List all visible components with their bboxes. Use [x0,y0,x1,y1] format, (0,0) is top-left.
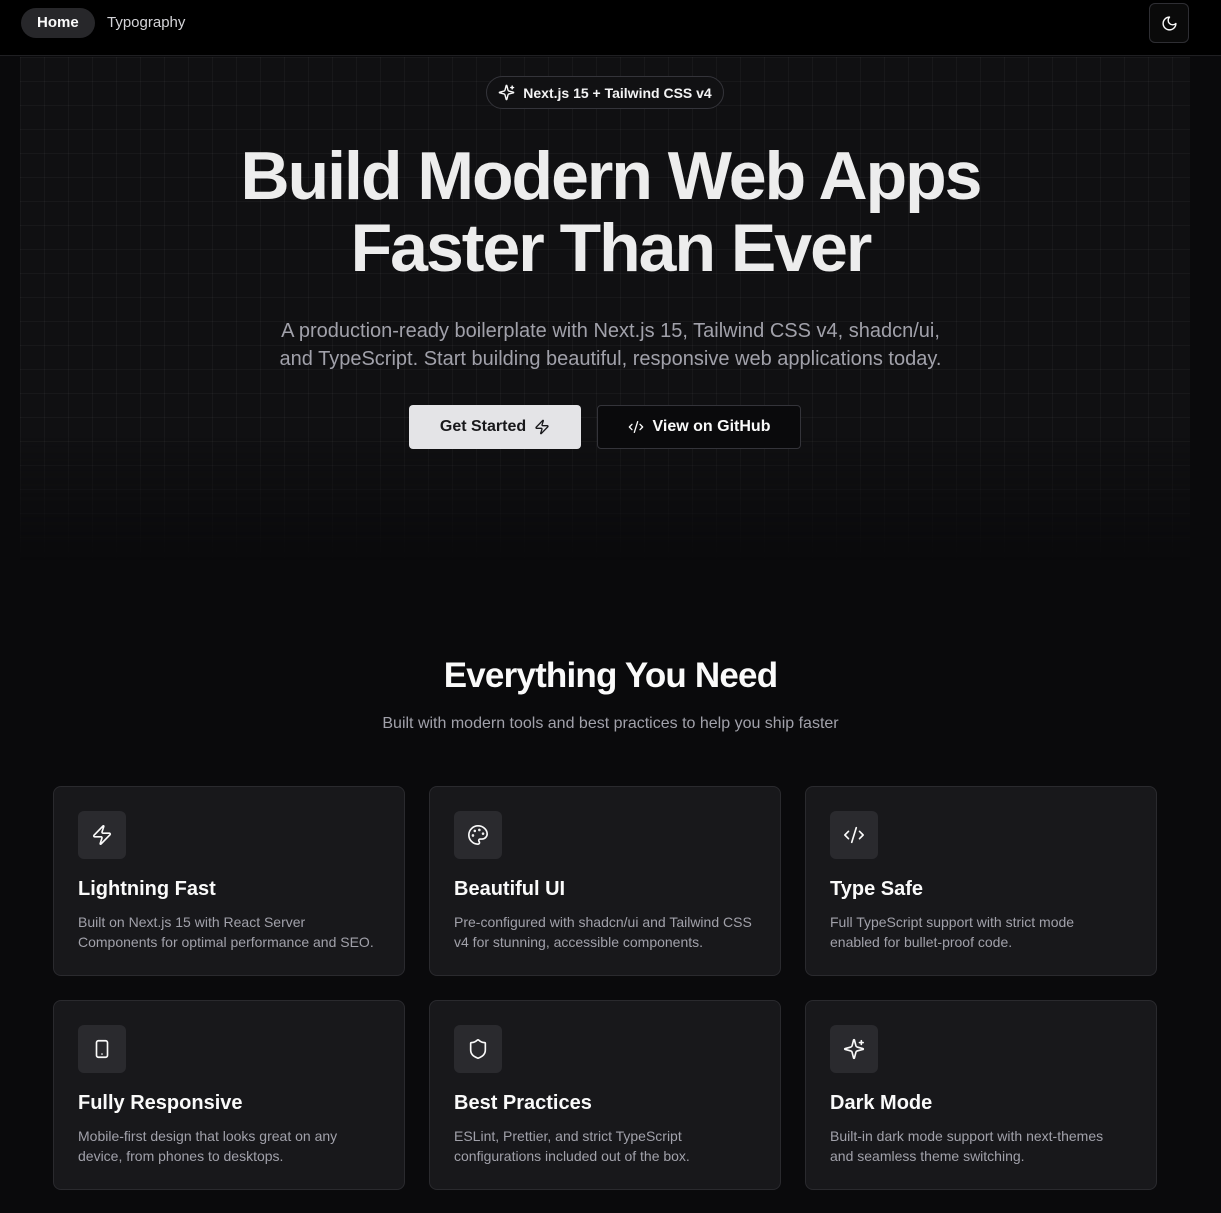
feature-card-title: Beautiful UI [454,878,566,900]
feature-card-title: Fully Responsive [78,1092,243,1114]
sparkles-icon [498,84,515,101]
zap-icon [78,811,126,859]
sparkles-icon [830,1025,878,1073]
code-icon [830,811,878,859]
view-on-github-button[interactable]: View on GitHub [597,405,801,449]
nav-home-link[interactable]: Home [21,8,95,38]
shield-icon [454,1025,502,1073]
tablet-icon [78,1025,126,1073]
hero-badge: Next.js 15 + Tailwind CSS v4 [486,76,724,109]
feature-card-type-safe: Type Safe Full TypeScript support with s… [805,786,1157,976]
hero-subtitle-line-2: and TypeScript. Start building beautiful… [279,348,942,370]
feature-card-description: Mobile-first design that looks great on … [78,1128,338,1164]
hero-subtitle: A production-ready boilerplate with Next… [210,317,1011,373]
get-started-label: Get Started [439,418,527,435]
hero-grid-background [20,57,1190,560]
hero-subtitle-line-1: A production-ready boilerplate with Next… [281,320,940,342]
top-nav: Home Typography [0,0,1221,56]
feature-card-best-practices: Best Practices ESLint, Prettier, and str… [429,1000,781,1190]
feature-card-lightning-fast: Lightning Fast Built on Next.js 15 with … [53,786,405,976]
nav-typography-link[interactable]: Typography [91,8,201,38]
moon-icon [1161,15,1178,32]
zap-icon [534,419,550,435]
features-title: Everything You Need [443,656,778,695]
feature-card-description: ESLint, Prettier, and strict TypeScript … [454,1128,690,1164]
theme-toggle-button[interactable] [1149,3,1189,43]
feature-card-title: Lightning Fast [78,878,216,900]
feature-card-description: Built on Next.js 15 with React Server Co… [78,914,374,950]
feature-card-beautiful-ui: Beautiful UI Pre-configured with shadcn/… [429,786,781,976]
hero-headline-line-2: Faster Than Ever [350,210,873,286]
code-icon [628,419,644,435]
feature-card-title: Type Safe [830,878,923,900]
feature-card-description: Built-in dark mode support with next-the… [830,1128,1104,1164]
hero-badge-label: Next.js 15 + Tailwind CSS v4 [523,84,712,101]
feature-card-title: Best Practices [454,1092,592,1114]
feature-card-title: Dark Mode [830,1092,933,1114]
feature-card-dark-mode: Dark Mode Built-in dark mode support wit… [805,1000,1157,1190]
get-started-button[interactable]: Get Started [409,405,581,449]
feature-card-description: Pre-configured with shadcn/ui and Tailwi… [454,914,752,950]
features-subtitle: Built with modern tools and best practic… [382,715,839,732]
hero-headline-line-1: Build Modern Web Apps [240,138,983,214]
feature-card-fully-responsive: Fully Responsive Mobile-first design tha… [53,1000,405,1190]
feature-card-description: Full TypeScript support with strict mode… [830,914,1075,950]
hero-headline: Build Modern Web Apps Faster Than Ever [0,140,1221,284]
view-on-github-label: View on GitHub [652,418,771,435]
palette-icon [454,811,502,859]
